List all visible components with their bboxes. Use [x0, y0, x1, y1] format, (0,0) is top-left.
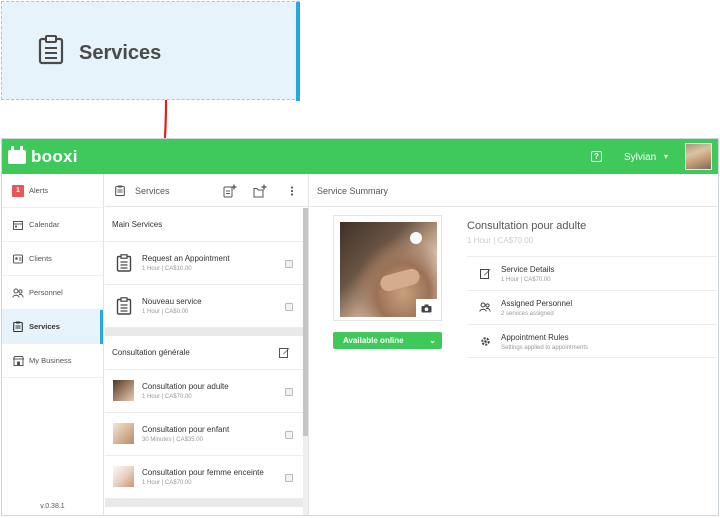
summary-title: Service Summary [317, 186, 389, 196]
summary-header: Service Summary [310, 174, 718, 207]
service-detail: 30 Minutes | CA$35.00 [142, 437, 203, 443]
calendar-icon [12, 219, 24, 231]
list-item[interactable]: Consultation pour femme enceinte 1 Hour … [105, 456, 303, 499]
service-checkbox[interactable] [285, 260, 293, 268]
services-list: Main Services Request an Appointment 1 H… [105, 208, 303, 515]
personnel-icon [12, 287, 24, 299]
sidebar-item-clients[interactable]: Clients [2, 242, 103, 276]
service-subtitle: 1 Hour | CA$70.00 [467, 236, 534, 245]
logo-mark-icon [8, 146, 26, 164]
group-divider [105, 499, 303, 507]
group-header-consultation[interactable]: Consultation générale [105, 336, 303, 370]
brand-name: booxi [31, 147, 78, 166]
availability-dropdown[interactable]: Available online ⌄ [333, 332, 442, 349]
top-bar: booxi ? Sylvian ▾ [2, 139, 718, 174]
chevron-down-icon[interactable]: ▾ [664, 152, 668, 161]
add-service-icon[interactable] [223, 184, 237, 198]
add-group-icon[interactable] [253, 184, 267, 198]
service-detail: 1 Hour | CA$70.00 [142, 480, 192, 486]
service-name: Nouveau service [142, 297, 202, 306]
services-panel: Services Main Services Request an Appoin… [105, 174, 309, 515]
service-detail: 1 Hour | CA$70.00 [142, 394, 192, 400]
clipboard-icon [113, 295, 134, 316]
app-version: v.0.38.1 [40, 503, 65, 510]
sidebar-item-label: Services [29, 322, 60, 331]
service-thumbnail [113, 380, 134, 401]
booxi-app-window: booxi ? Sylvian ▾ 1 Alerts Calendar Clie… [1, 138, 719, 516]
clipboard-icon [12, 321, 24, 333]
service-summary-panel: Service Summary Available online ⌄ Consu… [310, 174, 718, 515]
scrollbar-thumb[interactable] [303, 208, 308, 436]
services-title: Services [135, 186, 170, 196]
callout-active-bar [296, 2, 300, 101]
assigned-personnel-row[interactable]: Assigned Personnel 2 services assigned [467, 290, 717, 324]
sidebar-item-personnel[interactable]: Personnel [2, 276, 103, 310]
service-checkbox[interactable] [285, 431, 293, 439]
detail-name: Service Details [501, 265, 555, 274]
group-divider [105, 328, 303, 336]
list-item[interactable]: Nouveau service 1 Hour | CA$0.00 [105, 285, 303, 328]
sidebar: 1 Alerts Calendar Clients Personnel Serv… [2, 174, 104, 515]
sidebar-item-calendar[interactable]: Calendar [2, 208, 103, 242]
list-item[interactable]: Request an Appointment 1 Hour | CA$10.00 [105, 242, 303, 285]
service-detail: 1 Hour | CA$10.00 [142, 266, 192, 272]
clipboard-icon [115, 185, 125, 196]
store-icon [12, 355, 24, 367]
group-header-main-services[interactable]: Main Services [105, 208, 303, 242]
clipboard-icon [113, 252, 134, 273]
detail-name: Assigned Personnel [501, 299, 573, 308]
clipboard-icon [38, 35, 64, 65]
help-icon[interactable]: ? [591, 151, 602, 162]
personnel-icon [479, 301, 491, 313]
service-name: Consultation pour femme enceinte [142, 468, 264, 477]
chevron-down-icon: ⌄ [429, 336, 436, 345]
service-photo [340, 222, 437, 317]
edit-icon[interactable] [279, 347, 290, 358]
detail-sub: Settings applied to appointments [501, 345, 589, 351]
sidebar-item-label: Personnel [29, 288, 63, 297]
gear-icon [479, 335, 491, 347]
sidebar-item-label: Calendar [29, 220, 60, 229]
service-photo-card [333, 215, 442, 321]
detail-name: Appointment Rules [501, 333, 569, 342]
service-checkbox[interactable] [285, 303, 293, 311]
user-name[interactable]: Sylvian [624, 152, 656, 163]
sidebar-item-alerts[interactable]: 1 Alerts [2, 174, 103, 208]
service-details-row[interactable]: Service Details 1 Hour | CA$70.00 [467, 256, 717, 290]
service-thumbnail [113, 423, 134, 444]
service-name: Consultation pour adulte [142, 382, 229, 391]
alerts-badge: 1 [12, 184, 24, 197]
camera-icon[interactable] [416, 299, 437, 317]
active-indicator [100, 310, 103, 344]
sidebar-item-my-business[interactable]: My Business [2, 344, 103, 378]
booxi-logo[interactable]: booxi [8, 146, 78, 167]
more-options-icon[interactable] [285, 184, 299, 198]
service-name: Consultation pour enfant [142, 425, 230, 434]
service-checkbox[interactable] [285, 474, 293, 482]
clients-icon [12, 253, 24, 265]
services-header: Services [105, 174, 309, 207]
group-name: Consultation générale [112, 348, 190, 357]
sidebar-item-services[interactable]: Services [2, 310, 103, 344]
avatar[interactable] [685, 143, 712, 170]
sidebar-item-label: Clients [29, 254, 52, 263]
edit-icon [479, 267, 491, 279]
detail-sub: 1 Hour | CA$70.00 [501, 277, 551, 283]
service-checkbox[interactable] [285, 388, 293, 396]
service-name: Request an Appointment [142, 254, 230, 263]
detail-sub: 2 services assigned [501, 311, 554, 317]
callout-zoom: Services [1, 1, 300, 101]
appointment-rules-row[interactable]: Appointment Rules Settings applied to ap… [467, 324, 717, 358]
availability-label: Available online [343, 336, 404, 345]
sidebar-item-label: My Business [29, 356, 72, 365]
list-item[interactable]: Consultation pour adulte 1 Hour | CA$70.… [105, 370, 303, 413]
list-item[interactable]: Consultation pour enfant 30 Minutes | CA… [105, 413, 303, 456]
service-thumbnail [113, 466, 134, 487]
service-title: Consultation pour adulte [467, 220, 587, 232]
sidebar-item-label: Alerts [29, 186, 49, 195]
callout-label: Services [79, 42, 162, 64]
tutorial-figure: Services booxi ? Sylvian ▾ 1 Alerts Cale… [0, 0, 720, 518]
service-detail: 1 Hour | CA$0.00 [142, 309, 189, 315]
